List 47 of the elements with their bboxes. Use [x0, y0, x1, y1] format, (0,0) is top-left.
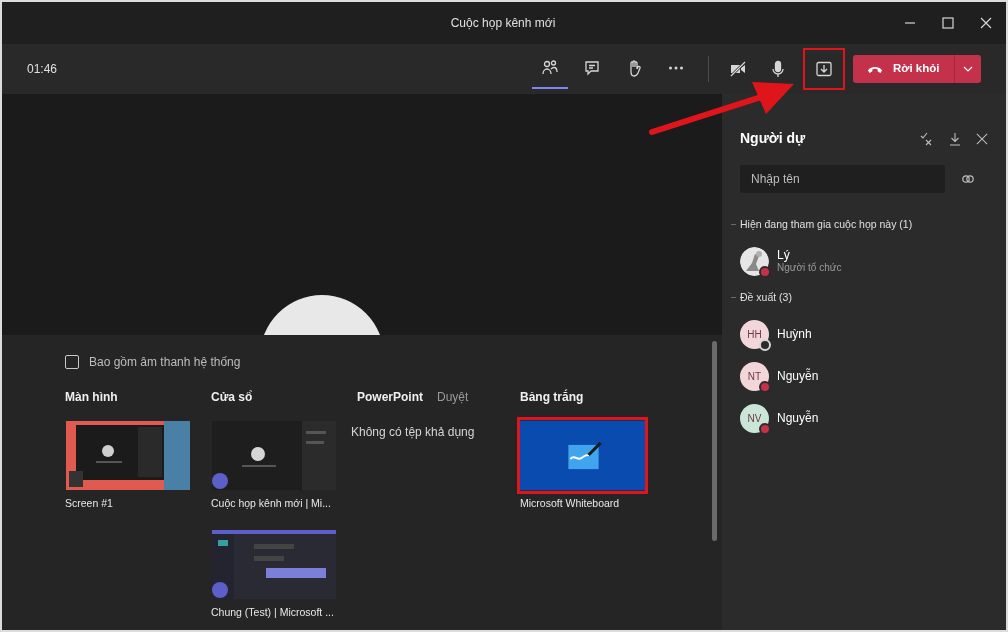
empty-message: Không có tệp khả dụng [351, 424, 476, 441]
checkbox-label: Bao gồm âm thanh hệ thống [89, 354, 241, 371]
avatar: NT [740, 361, 769, 391]
browse-link[interactable]: Duyệt [437, 388, 469, 406]
person-name: Nguyễn [777, 369, 819, 383]
share-option[interactable]: Screen #1 [62, 417, 196, 512]
window-title: Cuộc họp kênh mới [449, 15, 557, 32]
share-option[interactable]: Cuộc họp kênh mới | Mi... [208, 417, 342, 512]
close-icon[interactable] [976, 132, 988, 145]
collapse-icon[interactable] [731, 295, 736, 301]
search-field[interactable]: Nhập tên [740, 165, 945, 193]
share-option-label: Screen #1 [65, 496, 114, 511]
download-icon[interactable] [948, 131, 962, 146]
column-heading: Màn hình [65, 389, 118, 406]
person-name: Huỳnh [777, 327, 812, 341]
maximize-icon[interactable] [942, 17, 954, 29]
leave-button[interactable]: Rời khỏi [853, 55, 981, 83]
chevron-down-icon[interactable] [963, 64, 973, 74]
more-icon [667, 65, 685, 71]
link-icon[interactable] [961, 172, 975, 186]
section-header: Đề xuất (3) [740, 289, 792, 305]
panel-title: Người dự [740, 129, 807, 148]
camera-off-icon [729, 60, 747, 78]
column-heading: PowerPoint [357, 389, 423, 406]
mute-all-icon[interactable] [920, 131, 934, 146]
people-icon [541, 59, 559, 77]
person-name: Nguyễn [777, 411, 819, 425]
avatar: NV [740, 403, 769, 433]
chat-icon [583, 59, 601, 77]
share-button[interactable] [803, 48, 845, 90]
close-icon[interactable] [980, 17, 992, 29]
share-option[interactable]: Chung (Test) | Microsoft ... [208, 525, 342, 621]
phone-hangup-icon [867, 64, 883, 74]
person-role: Người tổ chức [777, 262, 842, 275]
column-heading: Bảng trắng [520, 388, 584, 406]
column-heading: Cửa sổ [211, 389, 253, 406]
avatar: HH [740, 319, 769, 349]
share-option-label: Chung (Test) | Microsoft ... [211, 604, 335, 620]
share-option-label: Cuộc họp kênh mới | Mi... [211, 496, 332, 511]
meeting-timer: 01:46 [27, 61, 58, 78]
collapse-icon[interactable] [731, 222, 736, 228]
checkbox[interactable] [65, 355, 79, 369]
share-option-label: Microsoft Whiteboard [520, 496, 621, 511]
share-tray-icon [815, 60, 833, 78]
person-name: Lý [777, 248, 791, 263]
section-header: Hiện đang tham gia cuộc họp này (1) [740, 217, 913, 232]
microphone-icon [769, 60, 787, 78]
